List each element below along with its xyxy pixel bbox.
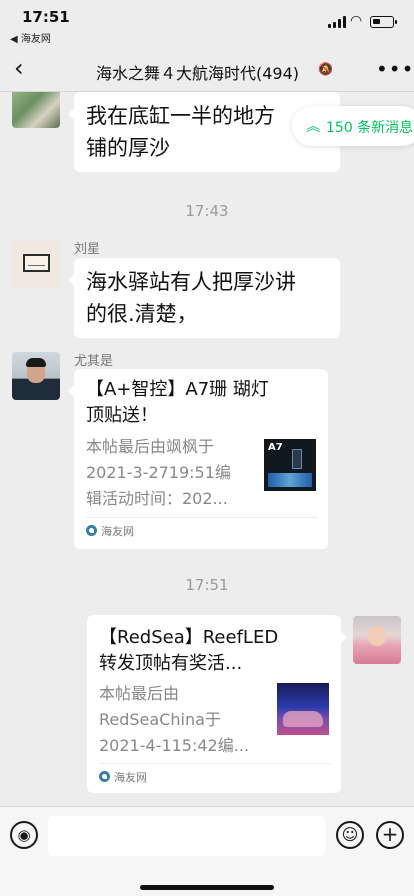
new-messages-button[interactable]: ︽ 150 条新消息 [292,106,414,146]
avatar[interactable] [12,240,60,288]
double-chevron-up-icon: ︽ [306,119,320,135]
plus-icon[interactable]: + [376,821,404,849]
signal-icon [328,16,346,28]
message-timestamp: 17:51 [185,576,229,594]
avatar[interactable] [353,616,401,664]
status-time: 17:51 [22,8,70,26]
status-bar: 17:51 ◀ 海友网 ◠ [0,0,414,45]
chat-messages[interactable]: 我在底缸一半的地方 铺的厚沙 ︽ 150 条新消息 17:43 刘星 海水驿站有… [0,92,414,806]
source-logo-icon [86,525,97,536]
more-icon[interactable]: ••• [376,57,414,81]
voice-icon[interactable]: ◉ [10,821,38,849]
sender-name: 刘星 [74,242,101,257]
link-card[interactable]: 【A+智控】A7珊 瑚灯 顶贴送！ 本帖最后由飒枫于 2021-3-2719:5… [68,369,328,549]
chat-title: 海水之舞４大航海时代(494) [96,64,300,83]
source-logo-icon [99,771,110,782]
divider [99,763,331,764]
divider [86,517,318,518]
new-messages-label: 150 条新消息 [326,120,414,136]
avatar[interactable] [12,92,60,128]
card-title: 【A+智控】A7珊 瑚灯 顶贴送！ [86,379,269,426]
message-input[interactable] [48,816,326,856]
chat-header: ‹ 海水之舞４大航海时代(494) 🔕 ••• [0,44,414,92]
card-source: 海友网 [86,523,134,539]
message-bubble[interactable]: 海水驿站有人把厚沙讲 的很.清楚， [68,258,340,338]
mute-icon: 🔕 [318,62,333,76]
emoji-icon[interactable]: ☺ [336,821,364,849]
back-to-app-link[interactable]: ◀ 海友网 [10,30,51,45]
message-text-line: 铺的厚沙 [86,136,170,160]
home-indicator [140,885,274,890]
battery-icon [370,16,397,28]
message-text-line: 的很.清楚， [86,302,198,326]
avatar[interactable] [12,352,60,400]
message-input-bar: ◉ ☺ + [0,806,414,896]
message-text-line: 海水驿站有人把厚沙讲 [86,270,296,294]
wifi-icon: ◠ [350,13,363,29]
card-description: 本帖最后由飒枫于 2021-3-2719:51编 辑活动时间：202... [86,437,231,508]
card-source: 海友网 [99,769,147,785]
card-thumbnail [277,683,329,735]
link-card[interactable]: 【RedSea】ReefLED 转发顶帖有奖活... 本帖最后由 RedSeaC… [87,615,347,793]
sender-name: 尤其是 [74,354,114,369]
card-description: 本帖最后由 RedSeaChina于 2021-4-115:42编... [99,684,249,755]
message-timestamp: 17:43 [185,202,229,220]
card-title: 【RedSea】ReefLED 转发顶帖有奖活... [99,627,279,674]
chevron-left-icon[interactable]: ‹ [14,54,24,82]
card-thumbnail: A7 [264,439,316,491]
